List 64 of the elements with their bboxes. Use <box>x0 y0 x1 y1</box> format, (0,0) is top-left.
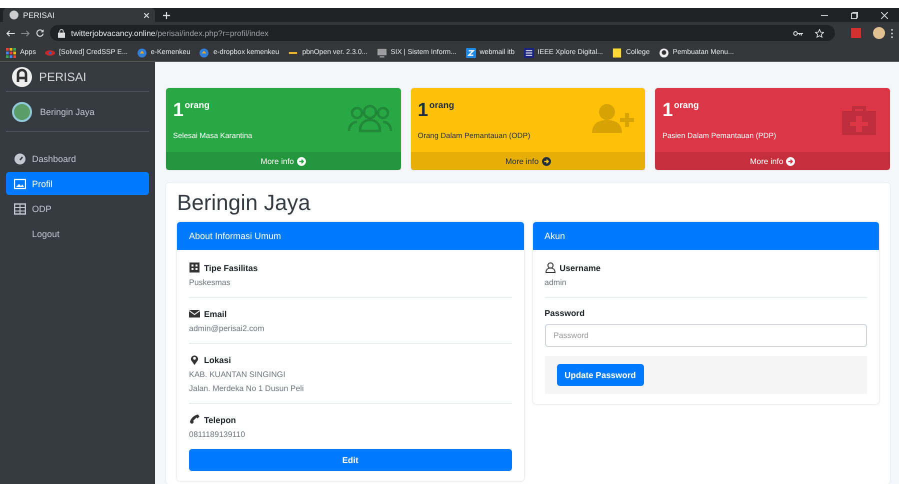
restore-icon[interactable] <box>850 12 858 18</box>
arrow-circle-icon <box>297 156 306 166</box>
password-field[interactable]: Password <box>544 324 867 347</box>
envelope-icon <box>189 308 200 319</box>
folder-icon <box>612 48 622 58</box>
field-value: 0811189139110 <box>189 430 246 439</box>
field-value: admin <box>544 278 568 287</box>
arrow-circle-icon <box>786 156 796 166</box>
browser-tab[interactable]: PERISAI <box>3 8 155 22</box>
panel-header: Akun <box>532 222 879 250</box>
monitor-icon <box>376 48 387 58</box>
address-bar[interactable]: twitterjobvacancy.online/perisai/index.php?r=profil/index <box>50 25 835 41</box>
phone-icon <box>189 414 200 425</box>
nav-item[interactable]: ODP <box>6 197 149 220</box>
count-text: 1$^{orang}$ <box>418 100 456 122</box>
field-value: Jalan. Merdeka No 1 Dusun Peli <box>189 384 305 393</box>
user-avatar-icon <box>12 102 32 122</box>
brand-name: PERISAI <box>39 70 86 84</box>
avatar-icon[interactable] <box>873 27 885 39</box>
z-letter-icon <box>466 48 476 58</box>
update-password-button[interactable]: Update Password <box>556 364 644 386</box>
table-icon <box>14 202 26 214</box>
page-title: Beringin Jaya <box>177 189 312 217</box>
user-name[interactable]: Beringin Jaya <box>40 106 95 116</box>
map-pin-icon <box>189 354 200 365</box>
apps-grid-icon <box>6 48 16 58</box>
user-outline-icon <box>544 262 556 273</box>
panel-header: About Informasi Umum <box>177 222 524 250</box>
field-label: Lokasi <box>204 354 231 364</box>
more-info-link[interactable]: More info <box>410 152 646 170</box>
field-value: KAB. KUANTAN SINGINGI <box>189 370 286 379</box>
more-info-link[interactable]: More info <box>655 152 890 170</box>
new-tab-icon[interactable] <box>163 12 170 18</box>
field-label: Telepon <box>204 414 236 424</box>
field-label: Tipe Fasilitas <box>204 262 258 272</box>
forward-icon[interactable] <box>21 30 30 36</box>
gauge-icon <box>14 152 26 164</box>
key-icon[interactable] <box>793 30 803 36</box>
close-icon[interactable] <box>880 12 888 18</box>
more-info-link[interactable]: More info <box>166 152 401 170</box>
nav-item[interactable]: Logout <box>6 222 149 245</box>
star-icon[interactable] <box>815 28 824 38</box>
building-icon <box>189 262 200 273</box>
field-label: Email <box>204 308 227 318</box>
nav-item[interactable]: Profil <box>6 172 149 195</box>
image-icon <box>14 178 26 190</box>
list-icon <box>524 48 534 58</box>
shield-logo-icon <box>12 66 32 86</box>
lock-icon <box>58 28 65 38</box>
field-value: admin@perisai2.com <box>189 324 266 333</box>
close-icon[interactable] <box>144 12 149 18</box>
field-value: Puskesmas <box>189 278 232 287</box>
field-label: Password <box>544 308 586 318</box>
count-text: 1$^{orang}$ <box>662 100 700 122</box>
field-label: Username <box>560 262 601 272</box>
back-icon[interactable] <box>6 30 15 36</box>
tab-title: PERISAI <box>23 10 56 20</box>
edit-button[interactable]: Edit <box>189 449 512 471</box>
arrow-circle-icon <box>542 156 551 166</box>
count-text: 1$^{orang}$ <box>173 100 211 122</box>
reload-icon[interactable] <box>36 29 44 37</box>
minimize-icon[interactable] <box>820 14 828 16</box>
eye-icon <box>44 48 55 58</box>
nav-item[interactable]: Dashboard <box>6 147 149 170</box>
